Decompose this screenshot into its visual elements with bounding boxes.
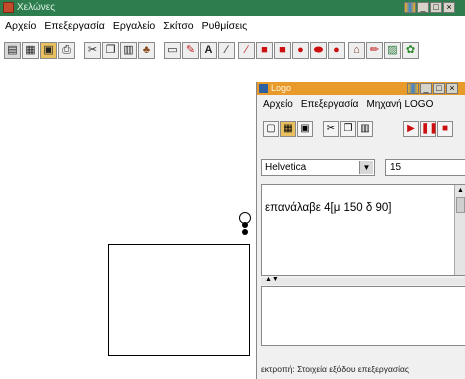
editor-scrollbar[interactable]: ▲ xyxy=(454,185,465,275)
rectangle-tool-icon[interactable]: ▭ xyxy=(164,42,181,59)
new-icon[interactable]: ▤ xyxy=(4,42,21,59)
logo-new-icon[interactable]: ▢ xyxy=(263,121,279,137)
circle-red2-icon[interactable]: ● xyxy=(328,42,345,59)
logo-app-icon xyxy=(259,84,268,93)
turtle-tail-icon xyxy=(242,229,248,235)
main-menubar: Αρχείο Επεξεργασία Εργαλείο Σκίτσο Ρυθμί… xyxy=(0,17,465,35)
maximize-button[interactable]: □ xyxy=(430,2,442,13)
main-toolbar: ▤ ▦ ▣ ⎙ ✂ ❐ ▥ ♣ ▭ ✎ A ∕ ∕ ■ ■ ● ⬬ ● ⌂ ✏ … xyxy=(0,40,465,62)
drawn-square xyxy=(108,244,250,356)
logo-copy-icon[interactable]: ❐ xyxy=(340,121,356,137)
scroll-thumb[interactable] xyxy=(456,197,465,213)
house-icon[interactable]: ⌂ xyxy=(348,42,365,59)
main-titlebar: Χελώνες _ □ × xyxy=(0,0,465,16)
logo-menu-file[interactable]: Αρχείο xyxy=(263,99,293,110)
logo-cut-icon[interactable]: ✂ xyxy=(323,121,339,137)
cut-icon[interactable]: ✂ xyxy=(84,42,101,59)
circle-red-icon[interactable]: ● xyxy=(292,42,309,59)
menu-edit[interactable]: Επεξεργασία xyxy=(44,20,105,32)
turtle-icon[interactable]: ♣ xyxy=(138,42,155,59)
eraser-icon[interactable]: ∕ xyxy=(218,42,235,59)
logo-toolbar: ▢ ▦ ▣ ✂ ❐ ▥ ▶ ❚❚ ■ xyxy=(257,119,465,141)
turtle-green-icon[interactable]: ✿ xyxy=(402,42,419,59)
color-red-icon[interactable]: ■ xyxy=(274,42,291,59)
pause-icon[interactable]: ❚❚ xyxy=(420,121,438,137)
logo-minimize-button[interactable]: _ xyxy=(420,83,432,94)
open-icon[interactable]: ▦ xyxy=(22,42,39,59)
window-decoration-icon xyxy=(404,2,416,13)
pen-tool-icon[interactable]: ✎ xyxy=(182,42,199,59)
logo-window-decoration-icon xyxy=(407,83,419,94)
font-size-input[interactable]: 15 xyxy=(385,159,465,176)
stop-icon[interactable]: ■ xyxy=(437,121,453,137)
filled-rect-icon[interactable]: ■ xyxy=(256,42,273,59)
play-icon[interactable]: ▶ xyxy=(403,121,419,137)
pencil-icon[interactable]: ✏ xyxy=(366,42,383,59)
copy-icon[interactable]: ❐ xyxy=(102,42,119,59)
minimize-button[interactable]: _ xyxy=(417,2,429,13)
logo-window-buttons: _ □ × xyxy=(407,83,458,94)
logo-paste-icon[interactable]: ▥ xyxy=(357,121,373,137)
logo-menu-edit[interactable]: Επεξεργασία xyxy=(301,99,359,110)
font-family-select[interactable]: Helvetica ▼ xyxy=(261,159,375,176)
scroll-up-icon[interactable]: ▲ xyxy=(455,185,465,196)
logo-titlebar: Logo _ □ × xyxy=(257,82,465,95)
print-icon[interactable]: ⎙ xyxy=(58,42,75,59)
font-family-value: Helvetica xyxy=(265,162,307,173)
close-button[interactable]: × xyxy=(443,2,455,13)
logo-maximize-button[interactable]: □ xyxy=(433,83,445,94)
paste-icon[interactable]: ▥ xyxy=(120,42,137,59)
line-tool-icon[interactable]: ∕ xyxy=(238,42,255,59)
image-icon[interactable]: ▨ xyxy=(384,42,401,59)
chevron-down-icon[interactable]: ▼ xyxy=(359,161,373,174)
text-tool-icon[interactable]: A xyxy=(200,42,217,59)
status-text: εκτροπή: Στοιχεία εξόδου επεξεργασίας xyxy=(261,364,410,374)
window-buttons: _ □ × xyxy=(404,2,455,13)
code-editor[interactable]: επανάλαβε 4[μ 150 δ 90] ▲ xyxy=(261,184,465,276)
splitter-arrows-icon[interactable]: ▲▼ xyxy=(265,276,279,283)
logo-menu-engine[interactable]: Μηχανή LOGO xyxy=(366,99,433,110)
menu-sketch[interactable]: Σκίτσο xyxy=(163,20,193,32)
pane-splitter[interactable]: ▲▼ xyxy=(261,276,465,285)
app-icon xyxy=(3,2,14,13)
logo-window: Logo _ □ × Αρχείο Επεξεργασία Μηχανή LOG… xyxy=(256,82,465,379)
menu-settings[interactable]: Ρυθμίσεις xyxy=(202,20,248,32)
logo-open-icon[interactable]: ▦ xyxy=(280,121,296,137)
logo-save-icon[interactable]: ▣ xyxy=(297,121,313,137)
logo-window-title: Logo xyxy=(271,83,292,93)
turtle-body-icon xyxy=(242,222,248,228)
main-window-title: Χελώνες xyxy=(17,2,56,13)
logo-menubar: Αρχείο Επεξεργασία Μηχανή LOGO xyxy=(263,99,433,110)
code-line: επανάλαβε 4[μ 150 δ 90] xyxy=(265,202,392,214)
oval-red-icon[interactable]: ⬬ xyxy=(310,42,327,59)
save-icon[interactable]: ▣ xyxy=(40,42,57,59)
output-pane[interactable] xyxy=(261,286,465,346)
logo-close-button[interactable]: × xyxy=(446,83,458,94)
menu-file[interactable]: Αρχείο xyxy=(5,20,36,32)
menu-tool[interactable]: Εργαλείο xyxy=(113,20,155,32)
